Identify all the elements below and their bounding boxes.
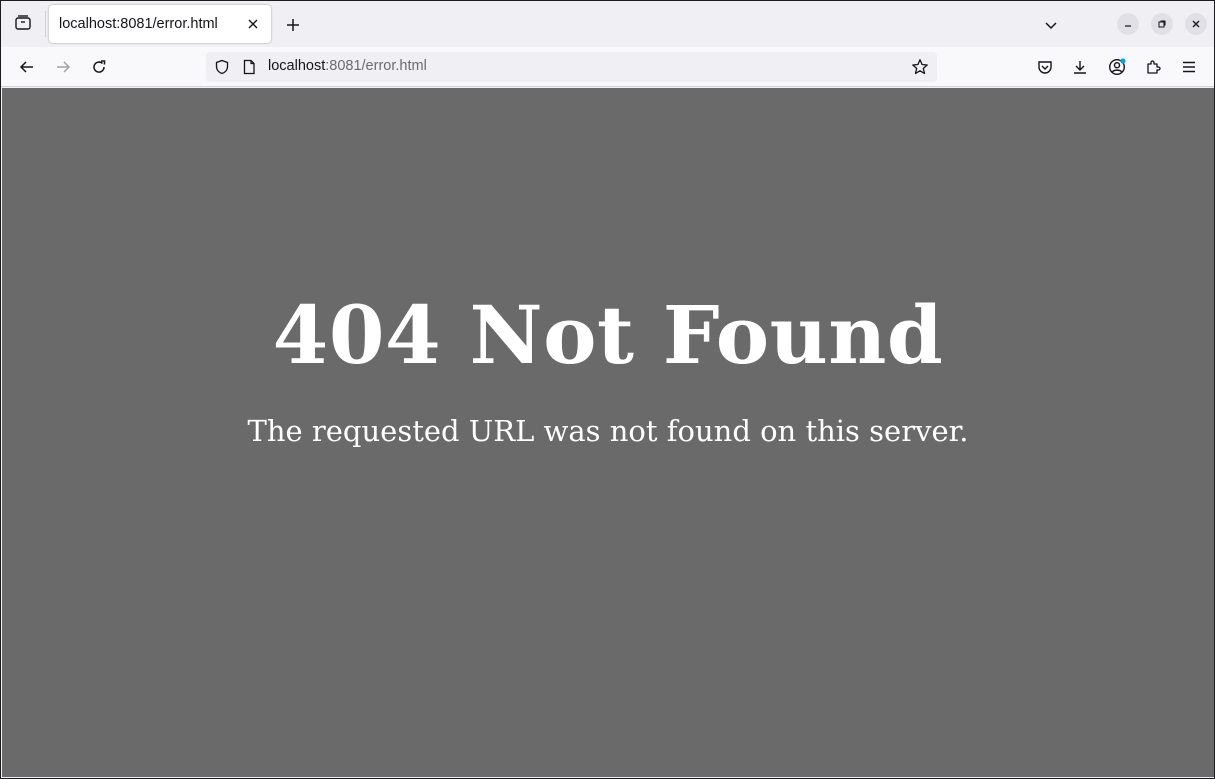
tab-strip: localhost:8081/error.html (1, 1, 1214, 47)
close-icon (1192, 20, 1200, 28)
pocket-icon (1038, 61, 1052, 74)
star-icon[interactable] (911, 58, 929, 76)
tab-title: localhost:8081/error.html (59, 16, 218, 32)
reload-button[interactable] (84, 53, 114, 81)
account-button[interactable] (1102, 53, 1132, 81)
tab-list-icon (14, 14, 32, 32)
back-button[interactable] (12, 53, 42, 81)
page-icon[interactable] (240, 58, 258, 76)
navigation-bar: localhost:8081/error.html (1, 47, 1214, 87)
hamburger-menu-icon (1183, 61, 1195, 73)
url-path: :8081/error.html (325, 58, 427, 74)
minimize-icon (1125, 25, 1131, 27)
download-icon (1074, 61, 1086, 74)
tab-separator (45, 11, 46, 37)
url-host: localhost (268, 58, 326, 74)
restore-button[interactable] (1151, 13, 1173, 35)
extensions-button[interactable] (1138, 53, 1168, 81)
arrow-right-icon (57, 61, 71, 73)
close-window-button[interactable] (1185, 13, 1207, 35)
error-message: The requested URL was not found on this … (247, 414, 969, 448)
browser-window: localhost:8081/error.html localhost:8081… (0, 0, 1215, 779)
account-icon (1108, 58, 1126, 76)
arrow-left-icon (19, 61, 33, 73)
downloads-button[interactable] (1065, 53, 1095, 81)
page-title: 404 Not Found (272, 288, 944, 382)
tab-close-button[interactable] (241, 12, 265, 36)
url-text[interactable]: localhost:8081/error.html (268, 58, 427, 74)
page-content: 404 Not Found The requested URL was not … (2, 88, 1214, 777)
forward-button[interactable] (48, 53, 78, 81)
new-tab-button[interactable] (279, 11, 307, 39)
shield-icon[interactable] (213, 58, 231, 76)
tab-list-button[interactable] (9, 9, 37, 37)
reload-icon (93, 60, 106, 73)
chevron-down-icon (1045, 22, 1057, 30)
minimize-button[interactable] (1117, 13, 1139, 35)
menu-button[interactable] (1174, 53, 1204, 81)
pocket-button[interactable] (1030, 53, 1060, 81)
url-bar[interactable]: localhost:8081/error.html (206, 52, 937, 82)
puzzle-icon (1147, 60, 1161, 74)
tab-active[interactable]: localhost:8081/error.html (49, 5, 271, 43)
plus-icon (287, 19, 299, 31)
restore-icon (1158, 20, 1166, 28)
close-icon (248, 19, 258, 29)
list-all-tabs-button[interactable] (1037, 11, 1065, 39)
